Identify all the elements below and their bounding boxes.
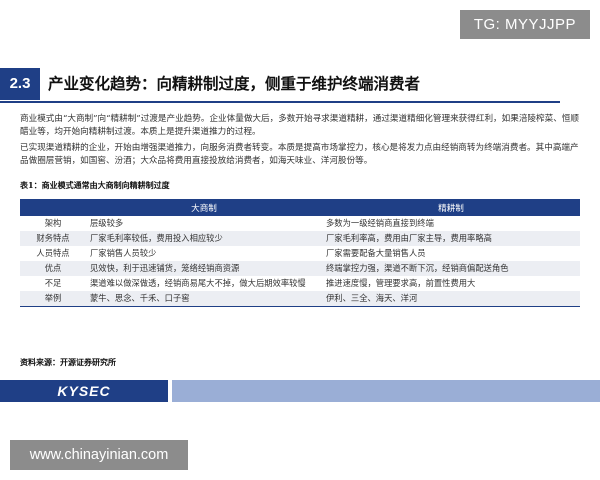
row-label: 人员特点 [36,248,70,258]
table-header-dashangzhi: 大商制 [86,199,322,216]
table-row: 举例 蒙牛、思念、千禾、口子窖 伊利、三全、海天、洋河 [20,291,580,307]
cell-dashangzhi: 渠道难以做深做透，经销商易尾大不掉，做大后期效率较慢 [90,278,306,288]
cell-dashangzhi: 厂家毛利率较低，费用投入相应较少 [86,231,322,246]
comparison-table: 大商制 精耕制 架构 层级较多 多数为一级经销商直接到终端 财务特点 厂家毛利率… [20,199,580,307]
kysec-logo: KYSEC [0,380,168,402]
cell-dashangzhi: 蒙牛、思念、千禾、口子窖 [86,291,322,307]
cell-jinggengzhi: 伊利、三全、海天、洋河 [322,291,580,307]
paragraph-1: 商业模式由“大商制”向“精耕制”过渡是产业趋势。企业体量做大后，多数开始寻求渠道… [20,114,579,137]
row-label: 架构 [44,218,62,228]
watermark-bottom: www.chinayinian.com [10,440,188,470]
table-row: 不足 渠道难以做深做透，经销商易尾大不掉，做大后期效率较慢 推进速度慢，管理要求… [20,276,580,291]
table-header-jinggengzhi: 精耕制 [322,199,580,216]
footer-stripe [172,380,600,402]
source-note: 资料来源：开源证券研究所 [20,357,116,367]
table-title: 表1：商业模式通常由大商制向精耕制过度 [20,180,170,190]
table-row: 人员特点 厂家销售人员较少 厂家需要配备大量销售人员 [20,246,580,261]
section-number: 2.3 [0,68,40,100]
cell-dashangzhi: 层级较多 [90,218,124,228]
cell-jinggengzhi: 终端掌控力强，渠道不断下沉，经销商偏配送角色 [322,261,580,276]
cell-jinggengzhi: 厂家毛利率高，费用由厂家主导，费用率略高 [322,231,580,246]
row-label: 财务特点 [20,231,86,246]
cell-dashangzhi: 见效快，利于迅速铺货，笼络经销商资源 [86,261,322,276]
cell-jinggengzhi: 推进速度慢，管理要求高，前置性费用大 [326,278,476,288]
cell-dashangzhi: 厂家销售人员较少 [90,248,157,258]
row-label: 不足 [44,278,62,288]
table-header-blank [20,199,86,216]
table-row: 优点 见效快，利于迅速铺货，笼络经销商资源 终端掌控力强，渠道不断下沉，经销商偏… [20,261,580,276]
table-row: 财务特点 厂家毛利率较低，费用投入相应较少 厂家毛利率高，费用由厂家主导，费用率… [20,231,580,246]
row-label: 优点 [20,261,86,276]
section-divider [0,101,560,103]
paragraph-2: 已实现渠道精耕的企业，开始由增强渠道推力，向服务消费者转变。本质是提高市场掌控力… [20,143,579,166]
footer-bar: KYSEC [0,380,600,402]
table-row: 架构 层级较多 多数为一级经销商直接到终端 [20,216,580,231]
section-title: 产业变化趋势：向精耕制过度，侧重于维护终端消费者 [48,75,421,93]
cell-jinggengzhi: 多数为一级经销商直接到终端 [326,218,434,228]
section-header: 2.3 产业变化趋势：向精耕制过度，侧重于维护终端消费者 [0,68,600,103]
cell-jinggengzhi: 厂家需要配备大量销售人员 [326,248,426,258]
watermark-top: TG: MYYJJPP [459,10,590,39]
table-header-row: 大商制 精耕制 [20,199,580,216]
row-label: 举例 [20,291,86,307]
